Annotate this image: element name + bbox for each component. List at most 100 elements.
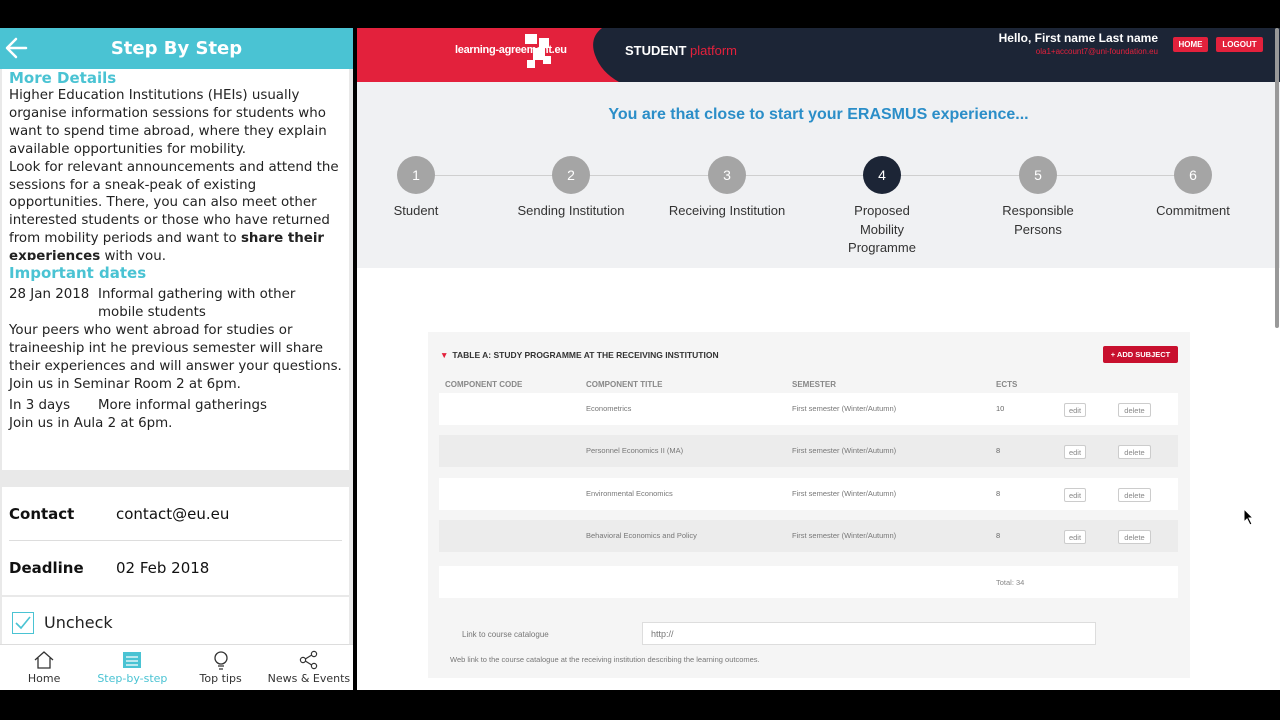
scrollbar[interactable] — [1273, 28, 1280, 328]
edit-button[interactable]: edit — [1064, 445, 1086, 459]
col-header-title: COMPONENT TITLE — [586, 380, 663, 389]
cell-semester: First semester (Winter/Autumn) — [792, 404, 897, 413]
mobile-title: Step By Step — [110, 38, 243, 59]
web-platform-panel: learning-agreement.eu STUDENT platform H… — [357, 28, 1280, 690]
tab-bar: Home Step-by-step Top tips News & Events — [0, 644, 353, 690]
table-a-title[interactable]: ▼ TABLE A: STUDY PROGRAMME AT THE RECEIVI… — [440, 350, 719, 360]
step-number: 5 — [1019, 156, 1057, 194]
lightbulb-icon — [213, 651, 228, 670]
more-details-card: More Details Higher Education Institutio… — [2, 69, 349, 275]
edit-button[interactable]: edit — [1064, 403, 1086, 417]
tab-label: News & Events — [267, 672, 351, 685]
contact-value[interactable]: contact@eu.eu — [116, 505, 229, 523]
step-label: Sending Institution — [517, 203, 625, 218]
uncheck-row[interactable]: Uncheck — [9, 597, 342, 644]
event-text: Your peers who went abroad for studies o… — [9, 322, 342, 392]
step-number: 3 — [708, 156, 746, 194]
more-details-heading: More Details — [9, 69, 117, 87]
delete-button[interactable]: delete — [1118, 530, 1151, 544]
edit-button[interactable]: edit — [1064, 530, 1086, 544]
mouse-cursor-icon — [1243, 508, 1255, 526]
tab-news-events[interactable]: News & Events — [265, 645, 353, 690]
step-label: Receiving Institution — [668, 203, 786, 218]
step-4[interactable]: 4 Proposed Mobility Programme — [812, 156, 952, 258]
more-details-p2: Look for relevant announcements and atte… — [9, 159, 339, 265]
deadline-label: Deadline — [9, 559, 84, 577]
event-date: 28 Jan 2018 — [9, 287, 90, 302]
event-text: Join us in Aula 2 at 6pm. — [9, 416, 173, 432]
caret-down-icon: ▼ — [440, 350, 449, 360]
event-title: More informal gatherings — [98, 398, 267, 414]
event-1[interactable]: 28 Jan 2018 Informal gathering with othe… — [9, 286, 342, 322]
tab-label: Home — [27, 672, 61, 685]
table-row: Econometrics First semester (Winter/Autu… — [439, 393, 1178, 425]
total-row: Total: 34 — [439, 566, 1178, 598]
step-1[interactable]: 1 Student — [357, 156, 486, 221]
step-number: 4 — [863, 156, 901, 194]
step-3[interactable]: 3 Receiving Institution — [657, 156, 797, 221]
ects-total: Total: 34 — [996, 578, 1025, 587]
share-icon — [299, 650, 318, 670]
delete-button[interactable]: delete — [1118, 403, 1151, 417]
contact-label: Contact — [9, 504, 75, 523]
course-catalogue-label: Link to course catalogue — [462, 630, 549, 639]
delete-button[interactable]: delete — [1118, 445, 1151, 459]
event-2[interactable]: In 3 days More informal gatherings — [9, 397, 342, 415]
course-catalogue-hint: Web link to the course catalogue at the … — [450, 655, 760, 664]
step-label: Proposed Mobility Programme — [848, 203, 916, 255]
event-title: Informal gathering with other mobile stu… — [98, 287, 296, 320]
deadline-row: Deadline 02 Feb 2018 — [9, 541, 342, 595]
cell-ects: 8 — [996, 489, 1001, 498]
actions-card: Uncheck — [2, 597, 349, 644]
mobile-content[interactable]: More Details Higher Education Institutio… — [0, 69, 353, 644]
tab-label: Step-by-step — [97, 672, 168, 685]
step-2[interactable]: 2 Sending Institution — [501, 156, 641, 221]
cell-semester: First semester (Winter/Autumn) — [792, 446, 897, 455]
tab-top-tips[interactable]: Top tips — [177, 645, 265, 690]
tab-label: Top tips — [199, 672, 242, 685]
step-number: 2 — [552, 156, 590, 194]
logo-text[interactable]: learning-agreement.eu — [455, 44, 567, 56]
mobile-header: Step By Step — [0, 28, 353, 69]
greeting-name: Hello, First name Last name — [998, 31, 1158, 45]
course-catalogue-input[interactable] — [642, 622, 1096, 645]
tab-step-by-step[interactable]: Step-by-step — [88, 645, 176, 690]
web-header: learning-agreement.eu STUDENT platform H… — [357, 28, 1280, 82]
step-number: 1 — [397, 156, 435, 194]
step-label: Commitment — [1156, 203, 1230, 218]
col-header-code: COMPONENT CODE — [445, 380, 523, 389]
edit-button[interactable]: edit — [1064, 488, 1086, 502]
step-5[interactable]: 5 Responsible Persons — [968, 156, 1108, 239]
user-email: ola1+account7@uni-foundation.eu — [1035, 47, 1158, 56]
checkbox[interactable] — [12, 611, 34, 634]
tab-home[interactable]: Home — [0, 645, 88, 690]
scrollbar-thumb[interactable] — [1275, 28, 1279, 328]
more-details-p1: Higher Education Institutions (HEIs) usu… — [9, 88, 327, 157]
important-dates-heading: Important dates — [9, 264, 147, 282]
add-subject-button[interactable]: + ADD SUBJECT — [1103, 346, 1178, 363]
logout-button[interactable]: LOGOUT — [1216, 37, 1263, 52]
cell-ects: 10 — [996, 404, 1005, 413]
step-label: Responsible Persons — [1002, 203, 1074, 237]
mobile-app-panel: Step By Step More Details Higher Educati… — [0, 28, 353, 690]
contact-card: Contact contact@eu.eu Deadline 02 Feb 20… — [2, 487, 349, 595]
cell-title: Environmental Economics — [586, 489, 673, 498]
list-icon — [123, 652, 142, 668]
platform-title: STUDENT platform — [625, 43, 737, 58]
user-greeting: Hello, First name Last name ola1+account… — [999, 31, 1158, 56]
step-number: 6 — [1174, 156, 1212, 194]
uncheck-label: Uncheck — [44, 613, 113, 632]
home-button[interactable]: HOME — [1173, 37, 1208, 52]
important-dates-card: Important dates 28 Jan 2018 Informal gat… — [2, 260, 349, 470]
cell-ects: 8 — [996, 446, 1001, 455]
col-header-ects: ECTS — [996, 380, 1018, 389]
delete-button[interactable]: delete — [1118, 488, 1151, 502]
step-label: Student — [393, 203, 439, 218]
contact-row: Contact contact@eu.eu — [9, 487, 342, 541]
deadline-value: 02 Feb 2018 — [116, 559, 210, 577]
table-row: Behavioral Economics and Policy First se… — [439, 520, 1178, 552]
table-row: Personnel Economics II (MA) First semest… — [439, 435, 1178, 467]
step-6[interactable]: 6 Commitment — [1123, 156, 1263, 221]
home-icon — [34, 651, 54, 669]
cell-title: Econometrics — [586, 404, 632, 413]
